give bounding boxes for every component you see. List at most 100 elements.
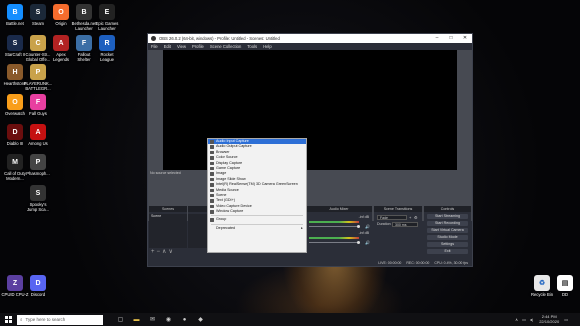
menu-edit[interactable]: Edit: [164, 43, 171, 50]
taskbar-search-box[interactable]: ⌕ Type here to search: [17, 314, 103, 325]
notification-icon[interactable]: ▭: [564, 317, 568, 322]
transition-select[interactable]: Fade: [377, 215, 407, 220]
mixer-header: Audio Mixer: [306, 206, 372, 212]
audio-meter-2: [309, 237, 359, 239]
menu-bar: File Edit View Profile Scene Collection …: [148, 43, 472, 50]
add-transition-icon[interactable]: +: [409, 215, 411, 220]
live-status: LIVE: 00:00:00: [378, 261, 402, 265]
webcam-icon: [210, 204, 214, 209]
audio-meter-1: [309, 221, 359, 223]
speaker-icon[interactable]: 🔊: [365, 240, 370, 245]
fallout-icon: F: [76, 35, 92, 51]
transitions-header: Scene Transitions: [374, 206, 422, 212]
controls-dock: Controls Start Streaming Start Recording…: [424, 206, 471, 256]
file-icon: ▤: [557, 275, 573, 291]
fall-guys-icon: F: [30, 94, 46, 110]
speaker-icon: [210, 145, 214, 149]
studio-mode-button[interactable]: Studio Mode: [427, 234, 468, 240]
mail-icon[interactable]: ✉: [147, 314, 158, 325]
menu-tools[interactable]: Tools: [247, 43, 257, 50]
minimize-button[interactable]: –: [430, 34, 444, 43]
settings-button[interactable]: Settings: [427, 241, 468, 247]
desktop-icon-dd[interactable]: ▤ DD: [550, 275, 580, 297]
spookys-icon: S: [30, 185, 46, 201]
desktop-icon-epic[interactable]: E Epic Games Launcher: [92, 4, 122, 31]
media-icon: [210, 188, 214, 193]
cpuz-icon: Z: [7, 275, 23, 291]
system-tray: ∧ ▭ ◂) 2:44 PM 22/10/2020 ▭: [515, 313, 568, 326]
no-source-label: No source selected: [150, 171, 181, 175]
phasmophobia-icon: P: [30, 154, 46, 170]
text-icon: [210, 199, 214, 203]
desktop-icon-spookys[interactable]: S Spooky's Jump Sca...: [23, 185, 53, 212]
slideshow-icon: [210, 177, 214, 182]
microphone-icon: [210, 140, 214, 144]
obs-window[interactable]: OBS 26.0.2 (64-bit, windows) - Profile: …: [147, 33, 473, 267]
obs-taskbar-icon[interactable]: ●: [179, 314, 190, 325]
file-explorer-icon[interactable]: ▬: [131, 314, 142, 325]
clock[interactable]: 2:44 PM 22/10/2020: [539, 314, 559, 324]
csgo-icon: C: [30, 35, 46, 51]
add-source-context-menu: Audio Input Capture Audio Output Capture…: [207, 138, 307, 253]
scene-icon: [210, 193, 214, 198]
menu-help[interactable]: Help: [263, 43, 272, 50]
menu-scene-collection[interactable]: Scene Collection: [210, 43, 241, 50]
maximize-button[interactable]: □: [444, 34, 458, 43]
gear-icon[interactable]: ⚙: [414, 215, 418, 220]
desktop-icon-pubg[interactable]: P PLAYERUNK... BATTLEGR...: [23, 64, 53, 91]
speaker-icon[interactable]: 🔊: [365, 224, 370, 229]
scene-item[interactable]: Scene: [149, 214, 187, 219]
menu-item-window-capture[interactable]: Window Capture: [208, 209, 306, 214]
desktop-icon-fall-guys[interactable]: F Fall Guys: [23, 94, 53, 116]
chevron-up-icon[interactable]: ∧: [515, 317, 518, 322]
start-virtual-camera-button[interactable]: Start Virtual Camera: [427, 227, 468, 233]
battlenet-icon: B: [7, 4, 23, 20]
volume-slider-1[interactable]: [309, 226, 359, 227]
menu-view[interactable]: View: [177, 43, 186, 50]
volume-knob-2[interactable]: [357, 241, 360, 244]
gamepad-icon: [210, 166, 214, 171]
scenes-list[interactable]: Scene: [149, 214, 187, 248]
search-icon: ⌕: [20, 317, 23, 322]
chrome-icon[interactable]: ◉: [163, 314, 174, 325]
among-us-icon: A: [30, 124, 46, 140]
desktop-icon-discord[interactable]: D Discord: [23, 275, 53, 297]
close-button[interactable]: ✕: [458, 34, 472, 43]
exit-button[interactable]: Exit: [427, 248, 468, 254]
down-icon[interactable]: ∨: [168, 249, 174, 255]
volume-knob-1[interactable]: [357, 225, 360, 228]
desktop-icon-rocket-league[interactable]: R Rocket League: [92, 35, 122, 62]
menu-profile[interactable]: Profile: [192, 43, 204, 50]
scenes-header: Scenes: [149, 206, 187, 212]
cod-icon: M: [7, 154, 23, 170]
task-view-icon[interactable]: ▢: [115, 314, 126, 325]
window-title: OBS 26.0.2 (64-bit, windows) - Profile: …: [159, 36, 280, 41]
start-recording-button[interactable]: Start Recording: [427, 220, 468, 226]
folder-icon: [210, 218, 214, 222]
duration-field[interactable]: 300 ms: [392, 222, 418, 227]
app-icon[interactable]: ◆: [195, 314, 206, 325]
recycle-bin-icon: ♻: [534, 275, 550, 291]
cpu-status: CPU: 0.4%, 30.00 fps: [434, 261, 468, 265]
epic-games-icon: E: [99, 4, 115, 20]
steam-icon: S: [30, 4, 46, 20]
overwatch-icon: O: [7, 94, 23, 110]
volume-icon[interactable]: ◂): [530, 317, 533, 322]
origin-icon: O: [53, 4, 69, 20]
volume-slider-2[interactable]: [309, 242, 359, 243]
rocket-league-icon: R: [99, 35, 115, 51]
menu-file[interactable]: File: [151, 43, 158, 50]
obs-titlebar[interactable]: OBS 26.0.2 (64-bit, windows) - Profile: …: [148, 34, 472, 43]
windows-start-icon[interactable]: [3, 315, 13, 325]
menu-item-group[interactable]: Group: [208, 217, 306, 222]
start-streaming-button[interactable]: Start Streaming: [427, 213, 468, 219]
desktop-icon-among-us[interactable]: A Among Us: [23, 124, 53, 146]
network-icon[interactable]: ▭: [522, 317, 526, 322]
menu-item-deprecated[interactable]: Deprecated ▸: [208, 226, 306, 231]
duration-label: Duration: [377, 222, 391, 226]
desktop-icon-phasmophobia[interactable]: P Phasmoph...: [23, 154, 53, 176]
palette-icon: [210, 156, 214, 160]
mixer-db-1: -inf dB: [358, 215, 369, 219]
window-icon: [210, 210, 214, 214]
globe-icon: [210, 150, 214, 155]
